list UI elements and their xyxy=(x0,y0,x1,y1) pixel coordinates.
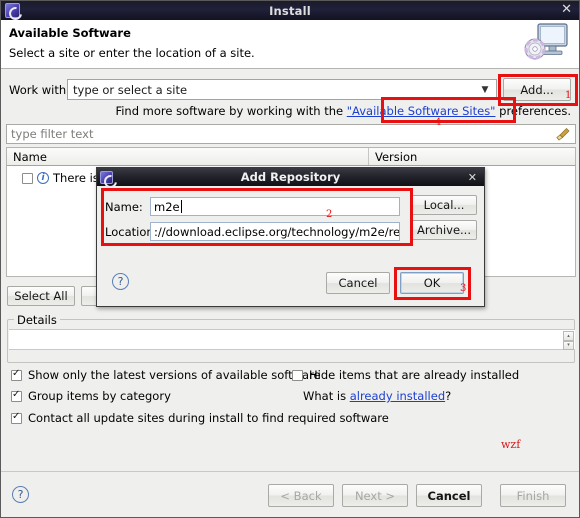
spinner-down-icon[interactable]: ▾ xyxy=(563,340,574,350)
option-contact-all-update-sites-label: Contact all update sites during install … xyxy=(28,411,389,425)
window-titlebar: Install ✕ xyxy=(1,1,579,20)
modal-help-button[interactable]: ? xyxy=(112,273,129,290)
option-group-by-category-checkbox[interactable] xyxy=(11,389,22,402)
annotation-number-1: 1 xyxy=(565,90,572,101)
option-hide-installed-items-checkbox[interactable] xyxy=(292,369,303,381)
filter-input[interactable]: type filter text xyxy=(6,124,576,144)
select-all-button[interactable]: Select All xyxy=(7,286,75,306)
repository-name-value: m2e xyxy=(154,199,180,214)
add-repository-titlebar: Add Repository ✕ xyxy=(97,168,484,186)
option-group-by-category[interactable]: Group items by category xyxy=(11,389,171,403)
annotation-number-3: 3 xyxy=(460,283,467,294)
local-button[interactable]: Local... xyxy=(411,195,477,215)
eclipse-icon xyxy=(5,3,20,18)
close-icon[interactable]: ✕ xyxy=(468,171,477,184)
option-show-latest-versions[interactable]: Show only the latest versions of availab… xyxy=(11,368,321,382)
back-button[interactable]: < Back xyxy=(268,484,334,507)
already-installed-prefix: What is xyxy=(303,389,350,403)
watermark-text: wzf xyxy=(501,438,521,451)
already-installed-suffix: ? xyxy=(445,389,452,403)
chevron-down-icon[interactable]: ▼ xyxy=(474,80,496,99)
hint-suffix: preferences. xyxy=(495,104,571,118)
question-mark-icon[interactable]: ? xyxy=(12,486,29,503)
option-contact-all-update-sites-checkbox[interactable] xyxy=(11,411,22,424)
install-monitor-disc-icon xyxy=(524,23,568,60)
option-contact-all-update-sites[interactable]: Contact all update sites during install … xyxy=(11,411,389,425)
text-caret xyxy=(180,200,182,213)
software-table-header: Name Version xyxy=(6,147,576,166)
hint-prefix: Find more software by working with the xyxy=(115,104,347,118)
work-with-label: Work with: xyxy=(9,83,71,97)
cancel-button[interactable]: Cancel xyxy=(416,484,482,507)
repository-name-input[interactable]: m2e xyxy=(150,197,400,216)
option-hide-installed-items[interactable]: Hide items that are already installed xyxy=(292,368,519,382)
annotation-number-2: 2 xyxy=(326,209,333,220)
details-legend: Details xyxy=(14,313,60,327)
question-mark-icon[interactable]: ? xyxy=(112,273,129,290)
option-show-latest-versions-checkbox[interactable] xyxy=(11,368,22,381)
available-software-sites-link[interactable]: "Available Software Sites" xyxy=(347,104,496,118)
repository-name-label: Name: xyxy=(105,200,143,214)
page-title: Available Software xyxy=(9,26,131,40)
spinner-up-icon[interactable]: ▴ xyxy=(563,331,574,341)
repository-location-input[interactable]: ://download.eclipse.org/technology/m2e/r… xyxy=(150,222,400,241)
modal-ok-button[interactable]: OK xyxy=(400,272,464,294)
close-icon[interactable]: ✕ xyxy=(561,3,572,17)
already-installed-link[interactable]: already installed xyxy=(350,389,445,403)
add-repository-title: Add Repository xyxy=(240,170,341,184)
details-scroll-spinner[interactable]: ▴ ▾ xyxy=(563,331,574,350)
find-more-hint: Find more software by working with the "… xyxy=(1,104,571,118)
option-hide-installed-items-label: Hide items that are already installed xyxy=(309,368,520,382)
next-button[interactable]: Next > xyxy=(342,484,408,507)
modal-cancel-button[interactable]: Cancel xyxy=(326,272,390,294)
already-installed-hint: What is already installed? xyxy=(303,389,451,403)
column-header-name[interactable]: Name xyxy=(7,148,369,165)
help-button[interactable]: ? xyxy=(12,486,29,503)
site-combo-value: type or select a site xyxy=(73,82,188,97)
info-icon: i xyxy=(37,172,49,184)
option-group-by-category-label: Group items by category xyxy=(28,389,171,403)
details-group: Details ▴ ▾ xyxy=(7,313,575,363)
row-checkbox[interactable] xyxy=(22,172,33,184)
column-header-version[interactable]: Version xyxy=(369,148,575,165)
site-combo[interactable]: type or select a site ▼ xyxy=(67,79,497,100)
page-subtitle: Select a site or enter the location of a… xyxy=(9,46,255,60)
window-title: Install xyxy=(269,3,311,18)
filter-placeholder: type filter text xyxy=(11,127,94,141)
eclipse-icon xyxy=(100,170,113,184)
finish-button[interactable]: Finish xyxy=(500,484,566,507)
add-button[interactable]: Add... xyxy=(503,78,571,101)
archive-button[interactable]: Archive... xyxy=(411,220,477,240)
repository-location-value: ://download.eclipse.org/technology/m2e/r… xyxy=(154,224,400,239)
details-field[interactable]: ▴ ▾ xyxy=(9,329,575,350)
banner: Available Software Select a site or ente… xyxy=(1,20,579,69)
broom-icon[interactable] xyxy=(554,126,572,142)
install-dialog-window: Install ✕ Available Software Select a si… xyxy=(0,0,580,518)
annotation-number-4: 4 xyxy=(435,117,442,128)
footer-divider xyxy=(1,471,579,472)
option-show-latest-versions-label: Show only the latest versions of availab… xyxy=(28,368,321,382)
